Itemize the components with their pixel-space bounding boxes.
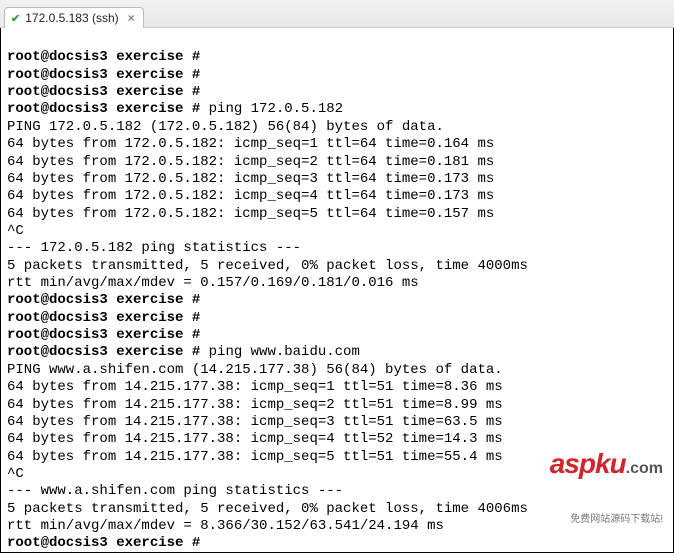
break: ^C [7,223,667,240]
watermark-subtitle: 免费网站源码下载站! [550,514,663,526]
connected-icon: ✔ [11,12,20,25]
tab-ssh[interactable]: ✔ 172.0.5.183 (ssh) × [4,7,144,28]
ping-header: PING 172.0.5.182 (172.0.5.182) 56(84) by… [7,119,667,136]
tab-title: 172.0.5.183 (ssh) [25,11,118,25]
terminal-output[interactable]: root@docsis3 exercise #root@docsis3 exer… [0,28,674,553]
tab-bar: ✔ 172.0.5.183 (ssh) × [0,0,674,28]
ping-reply: 64 bytes from 14.215.177.38: icmp_seq=1 … [7,379,667,396]
tab-close-icon[interactable]: × [128,11,135,25]
ping-stats-header: --- 172.0.5.182 ping statistics --- [7,240,667,257]
ping-reply: 64 bytes from 172.0.5.182: icmp_seq=3 tt… [7,171,667,188]
prompt-line: root@docsis3 exercise # [7,310,667,327]
prompt-line: root@docsis3 exercise # ping 172.0.5.182 [7,101,667,118]
prompt-line: root@docsis3 exercise # [7,292,667,309]
prompt-line: root@docsis3 exercise # [7,327,667,344]
ping-header: PING www.a.shifen.com (14.215.177.38) 56… [7,362,667,379]
ping-stats: 5 packets transmitted, 5 received, 0% pa… [7,258,667,275]
ping-reply: 64 bytes from 172.0.5.182: icmp_seq=2 tt… [7,154,667,171]
prompt-line: root@docsis3 exercise # [7,49,667,66]
prompt-line: root@docsis3 exercise # [7,67,667,84]
prompt-line: root@docsis3 exercise # [7,84,667,101]
ping-stats: rtt min/avg/max/mdev = 0.157/0.169/0.181… [7,275,667,292]
ping-reply: 64 bytes from 172.0.5.182: icmp_seq=5 tt… [7,206,667,223]
ping-reply: 64 bytes from 172.0.5.182: icmp_seq=1 tt… [7,136,667,153]
watermark: aspku.com 免费网站源码下载站! [550,412,663,544]
prompt-line: root@docsis3 exercise # ping www.baidu.c… [7,344,667,361]
watermark-brand: aspku.com [550,447,663,482]
ping-reply: 64 bytes from 172.0.5.182: icmp_seq=4 tt… [7,188,667,205]
